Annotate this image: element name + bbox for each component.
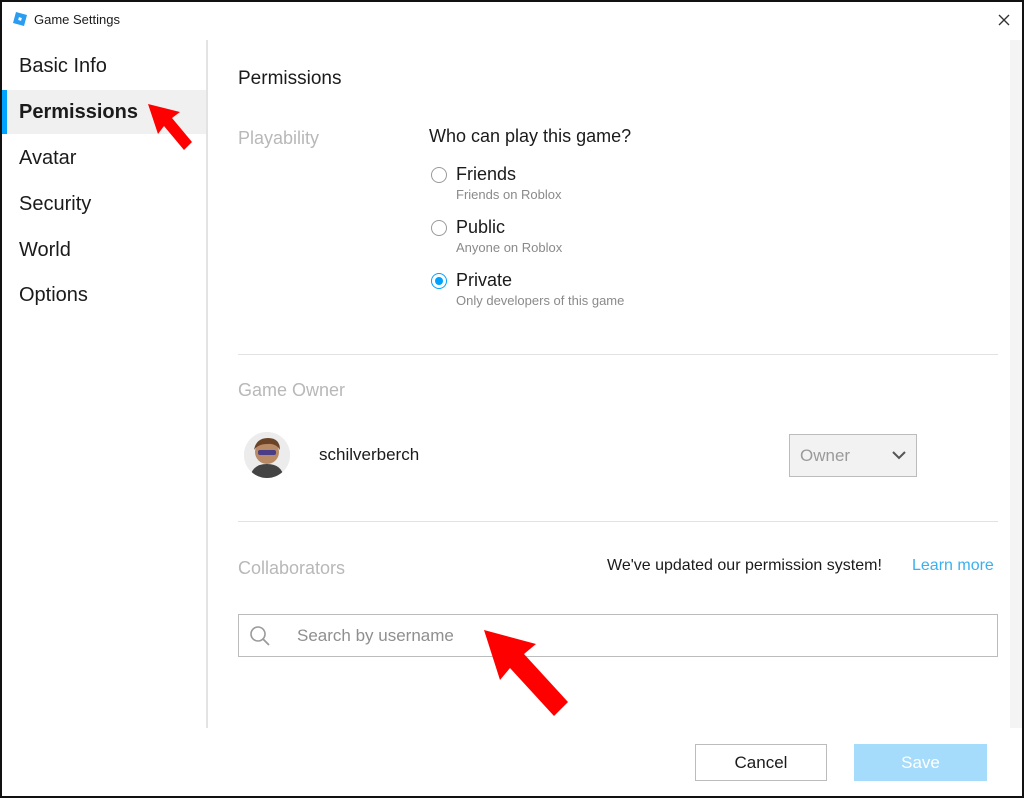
section-divider (238, 354, 998, 355)
sidebar-item-avatar[interactable]: Avatar (2, 136, 206, 180)
page-title: Permissions (238, 68, 342, 89)
radio-label: Private (456, 270, 513, 290)
radio-label: Public (456, 217, 506, 237)
dropdown-value: Owner (800, 446, 851, 465)
sidebar-item-basic-info[interactable]: Basic Info (2, 44, 206, 88)
close-icon[interactable] (992, 8, 1016, 32)
radio-option-private[interactable]: Private Only developers of this game (431, 270, 791, 318)
settings-sidebar: Basic Info Permissions Avatar Security W… (2, 40, 208, 728)
cancel-button[interactable]: Cancel (695, 744, 827, 781)
radio-button[interactable] (431, 220, 447, 236)
radio-description: Anyone on Roblox (456, 240, 563, 255)
scrollbar-track[interactable] (1010, 40, 1022, 728)
radio-option-friends[interactable]: Friends Friends on Roblox (431, 164, 791, 212)
avatar-icon (244, 432, 290, 478)
learn-more-link[interactable]: Learn more (912, 557, 994, 575)
sidebar-item-world[interactable]: World (2, 228, 206, 272)
search-input[interactable] (297, 624, 987, 648)
collaborator-search-box[interactable] (238, 614, 998, 657)
search-icon (250, 626, 270, 646)
radio-description: Friends on Roblox (456, 187, 562, 202)
permission-system-notice: We've updated our permission system! (607, 557, 882, 574)
radio-description: Only developers of this game (456, 293, 625, 308)
game-owner-section-label: Game Owner (238, 380, 346, 400)
radio-button[interactable] (431, 167, 447, 183)
avatar (244, 432, 290, 478)
owner-username: schilverberch (319, 445, 420, 464)
dialog-footer: Cancel Save (4, 728, 1022, 796)
section-divider (238, 521, 998, 522)
sidebar-item-security[interactable]: Security (2, 182, 206, 226)
chevron-down-icon (892, 451, 906, 460)
radio-option-public[interactable]: Public Anyone on Roblox (431, 217, 791, 265)
radio-label: Friends (456, 164, 517, 184)
playability-question: Who can play this game? (429, 126, 632, 146)
sidebar-item-options[interactable]: Options (2, 273, 206, 317)
radio-button-selected[interactable] (431, 273, 447, 289)
title-bar: Game Settings (2, 2, 1022, 38)
sidebar-item-permissions[interactable]: Permissions (2, 90, 206, 134)
window-title: Game Settings (34, 12, 120, 27)
roblox-logo-icon (13, 12, 27, 26)
game-settings-window: Game Settings Basic Info Permissions Ava… (0, 0, 1024, 798)
playability-section-label: Playability (238, 128, 320, 148)
save-button[interactable]: Save (854, 744, 987, 781)
permissions-panel: Permissions Playability Who can play thi… (210, 40, 1010, 728)
collaborators-section-label: Collaborators (238, 558, 346, 578)
owner-role-dropdown[interactable]: Owner (789, 434, 917, 477)
